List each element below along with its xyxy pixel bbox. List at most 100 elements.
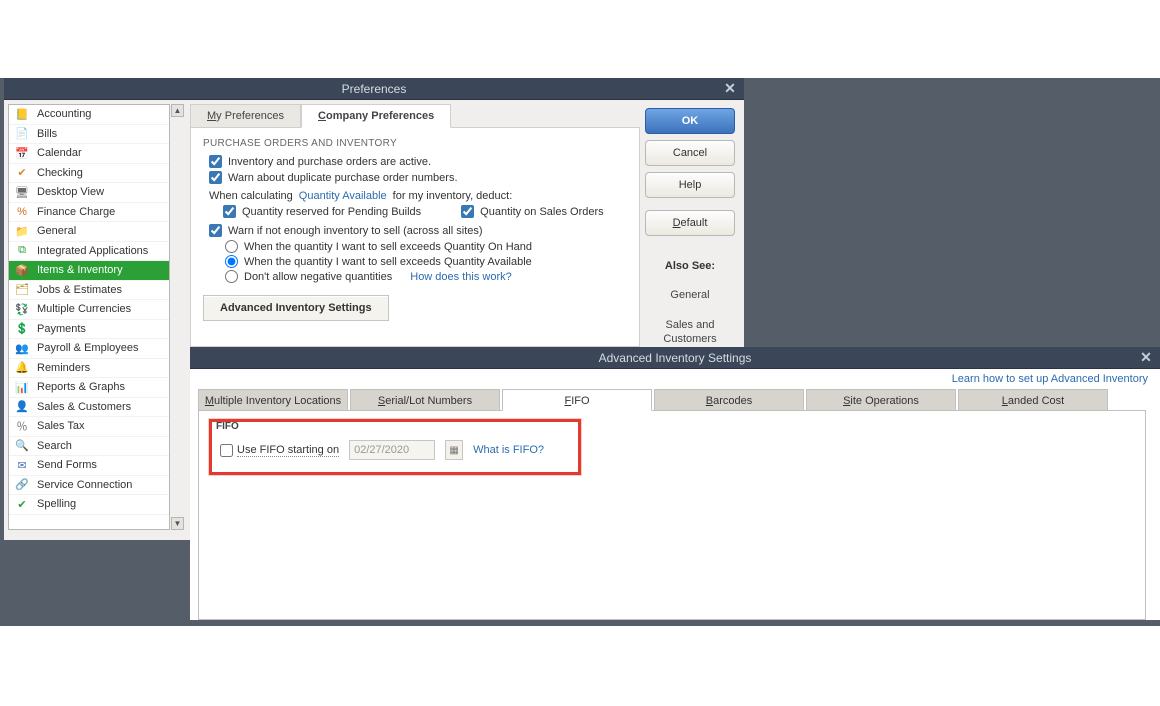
sidebar-item-label: Reminders <box>37 362 90 374</box>
tab-company-preferences[interactable]: Company Preferences <box>301 104 451 128</box>
sidebar-item-items-inventory[interactable]: 📦Items & Inventory <box>9 261 169 281</box>
sidebar-item-label: Checking <box>37 167 83 179</box>
tab-my-preferences[interactable]: My Preferences <box>190 104 301 128</box>
fifo-group-highlight: FIFO Use FIFO starting on ▦ What is FIFO… <box>209 419 581 475</box>
sidebar-item-jobs-estimates[interactable]: 🗂Jobs & Estimates <box>9 281 169 301</box>
preferences-sidebar[interactable]: 📒Accounting📄Bills📅 Calendar ✔ Checking 🖥Desk… <box>8 104 170 530</box>
sidebar-item-label: Integrated Applications <box>37 245 148 257</box>
sidebar-item-reminders[interactable]: 🔔Reminders <box>9 359 169 379</box>
checkbox-warn-duplicate[interactable] <box>209 171 222 184</box>
sidebar-item-finance-charge[interactable]: %Finance Charge <box>9 203 169 223</box>
sidebar-item-integrated-applications[interactable]: ⧉ Integrated Applications <box>9 242 169 262</box>
sidebar-item-label: Calendar <box>37 147 82 159</box>
close-icon[interactable]: ✕ <box>1138 350 1154 366</box>
label-when-calculating-pre: When calculating <box>209 190 293 202</box>
sidebar-item-calendar[interactable]: 📅 Calendar <box>9 144 169 164</box>
sidebar-item-label: Desktop View <box>37 186 104 198</box>
sidebar-item-label: Multiple Currencies <box>37 303 131 315</box>
sidebar-item-label: Send Forms <box>37 459 97 471</box>
radio-exceeds-available[interactable] <box>225 255 238 268</box>
sidebar-item-payments[interactable]: 💲 Payments <box>9 320 169 340</box>
sidebar-item-accounting[interactable]: 📒Accounting <box>9 105 169 125</box>
adv-tab-site-operations[interactable]: Site Operations <box>806 389 956 411</box>
general-icon: 📁 <box>13 223 31 239</box>
label-warn-duplicate: Warn about duplicate purchase order numb… <box>228 172 458 184</box>
sidebar-item-search[interactable]: 🔍 Search <box>9 437 169 457</box>
sidebar-item-send-forms[interactable]: ✉ Send Forms <box>9 456 169 476</box>
close-icon[interactable]: ✕ <box>722 81 738 97</box>
sidebar-item-service-connection[interactable]: 🔗Service Connection <box>9 476 169 496</box>
link-what-is-fifo[interactable]: What is FIFO? <box>473 444 544 456</box>
checkbox-warn-not-enough[interactable] <box>209 224 222 237</box>
sales-customers-icon: 👤 <box>13 399 31 415</box>
label-sales-orders: Quantity on Sales Orders <box>480 206 604 218</box>
sidebar-item-sales-customers[interactable]: 👤Sales & Customers <box>9 398 169 418</box>
sidebar-item-bills[interactable]: 📄Bills <box>9 125 169 145</box>
search-icon: 🔍 <box>13 438 31 454</box>
also-see-general[interactable]: General <box>670 288 709 302</box>
sidebar-item-reports-graphs[interactable]: 📊 Reports & Graphs <box>9 378 169 398</box>
default-button[interactable]: Default <box>645 210 735 236</box>
checkbox-use-fifo[interactable] <box>220 444 233 457</box>
checkbox-pending-builds[interactable] <box>223 205 236 218</box>
ok-button[interactable]: OK <box>645 108 735 134</box>
adv-tab-fifo[interactable]: FIFO <box>502 389 652 411</box>
also-see-sales-customers[interactable]: Sales and Customers <box>640 318 740 346</box>
help-button[interactable]: Help <box>645 172 735 198</box>
sidebar-item-label: Sales Tax <box>37 420 85 432</box>
accounting-icon: 📒 <box>13 106 31 122</box>
checkbox-inventory-active[interactable] <box>209 155 222 168</box>
reports-graphs-icon: 📊 <box>13 379 31 395</box>
preferences-titlebar: Preferences ✕ <box>4 78 744 100</box>
sidebar-item-label: Payments <box>37 323 86 335</box>
sidebar-item-spelling[interactable]: ✔Spelling <box>9 495 169 515</box>
checkbox-sales-orders[interactable] <box>461 205 474 218</box>
scroll-up-icon[interactable]: ▲ <box>171 104 184 117</box>
advanced-inventory-settings-button[interactable]: Advanced Inventory Settings <box>203 295 389 321</box>
label-warn-not-enough: Warn if not enough inventory to sell (ac… <box>228 225 483 237</box>
send-forms-icon: ✉ <box>13 457 31 473</box>
scroll-down-icon[interactable]: ▼ <box>171 517 184 530</box>
calendar-icon[interactable]: ▦ <box>445 440 463 460</box>
sidebar-item-payroll-employees[interactable]: 👥Payroll & Employees <box>9 339 169 359</box>
sidebar-item-checking[interactable]: ✔ Checking <box>9 164 169 184</box>
sidebar-item-label: Search <box>37 440 72 452</box>
adv-tab-barcodes[interactable]: Barcodes <box>654 389 804 411</box>
radio-no-negative[interactable] <box>225 270 238 283</box>
adv-tab-serial-lot-numbers[interactable]: Serial/Lot Numbers <box>350 389 500 411</box>
label-use-fifo: Use FIFO starting on <box>237 444 339 457</box>
sidebar-item-multiple-currencies[interactable]: 💱Multiple Currencies <box>9 300 169 320</box>
sidebar-item-general[interactable]: 📁 General <box>9 222 169 242</box>
sales-tax-icon: ％ <box>13 418 31 434</box>
sidebar-item-label: Reports & Graphs <box>37 381 125 393</box>
link-how-does-this-work[interactable]: How does this work? <box>410 271 512 283</box>
adv-tab-landed-cost[interactable]: Landed Cost <box>958 389 1108 411</box>
sidebar-item-label: Service Connection <box>37 479 132 491</box>
checking-icon: ✔ <box>13 165 31 181</box>
link-learn-advanced-inventory[interactable]: Learn how to set up Advanced Inventory <box>952 373 1148 385</box>
bills-icon: 📄 <box>13 126 31 142</box>
label-inventory-active: Inventory and purchase orders are active… <box>228 156 431 168</box>
link-quantity-available[interactable]: Quantity Available <box>299 190 387 202</box>
cancel-button[interactable]: Cancel <box>645 140 735 166</box>
integrated-applications-icon: ⧉ <box>13 243 31 259</box>
sidebar-item-label: Spelling <box>37 498 76 510</box>
radio-exceeds-on-hand[interactable] <box>225 240 238 253</box>
also-see-label: Also See: <box>665 260 715 272</box>
fifo-date-field[interactable] <box>349 440 435 460</box>
calendar-icon: 📅 <box>13 145 31 161</box>
payroll-employees-icon: 👥 <box>13 340 31 356</box>
sidebar-item-sales-tax[interactable]: ％ Sales Tax <box>9 417 169 437</box>
payments-icon: 💲 <box>13 321 31 337</box>
advanced-inventory-title: Advanced Inventory Settings <box>190 351 1160 365</box>
sidebar-item-label: Finance Charge <box>37 206 115 218</box>
sidebar-item-label: General <box>37 225 76 237</box>
label-when-calculating-post: for my inventory, deduct: <box>393 190 513 202</box>
advanced-inventory-titlebar: Advanced Inventory Settings ✕ <box>190 347 1160 369</box>
items-inventory-icon: 📦 <box>13 262 31 278</box>
company-preferences-panel: PURCHASE ORDERS AND INVENTORY Inventory … <box>190 127 640 347</box>
sidebar-item-desktop-view[interactable]: 🖥Desktop View <box>9 183 169 203</box>
sidebar-item-label: Jobs & Estimates <box>37 284 122 296</box>
label-exceeds-available: When the quantity I want to sell exceeds… <box>244 256 532 268</box>
adv-tab-multiple-inventory-locations[interactable]: Multiple Inventory Locations <box>198 389 348 411</box>
